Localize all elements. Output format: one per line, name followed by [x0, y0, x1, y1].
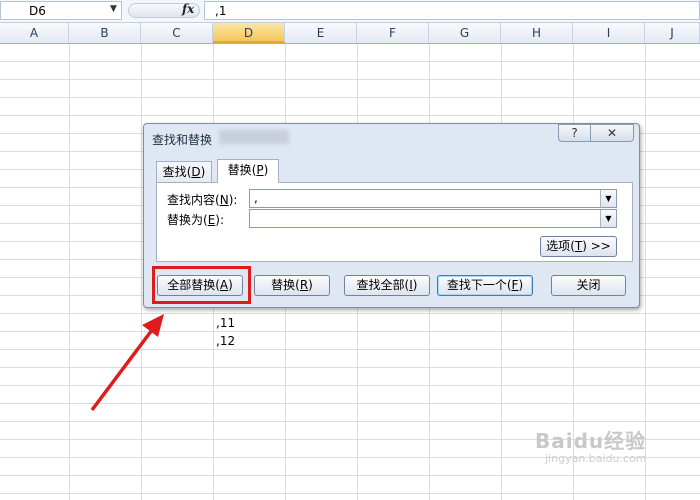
- tab-replace-mnemonic: P: [256, 163, 264, 177]
- annotation-arrow-head: [142, 314, 164, 337]
- tab-replace-label: 替换: [227, 163, 252, 177]
- watermark-url: jingyan.baidu.com: [545, 452, 647, 465]
- watermark-logo: Baidu经验: [535, 429, 647, 453]
- tab-replace[interactable]: 替换(P): [217, 159, 279, 183]
- annotation-arrow-shaft: [90, 324, 157, 412]
